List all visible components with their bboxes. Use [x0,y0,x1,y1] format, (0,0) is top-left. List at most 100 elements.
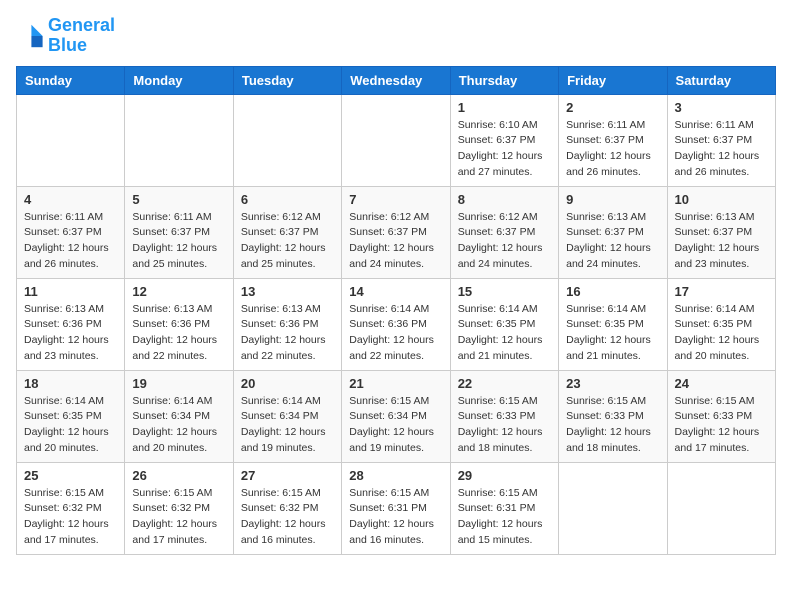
day-number: 25 [24,468,117,483]
day-info: Sunrise: 6:14 AM Sunset: 6:36 PM Dayligh… [349,302,442,365]
calendar-header-sunday: Sunday [17,66,125,94]
day-number: 7 [349,192,442,207]
calendar-header-row: SundayMondayTuesdayWednesdayThursdayFrid… [17,66,776,94]
calendar-cell: 12 Sunrise: 6:13 AM Sunset: 6:36 PM Dayli… [125,278,233,370]
day-info: Sunrise: 6:14 AM Sunset: 6:35 PM Dayligh… [566,302,659,365]
day-info: Sunrise: 6:13 AM Sunset: 6:36 PM Dayligh… [132,302,225,365]
day-info: Sunrise: 6:15 AM Sunset: 6:32 PM Dayligh… [132,486,225,549]
calendar-cell: 9 Sunrise: 6:13 AM Sunset: 6:37 PM Daylig… [559,186,667,278]
day-info: Sunrise: 6:14 AM Sunset: 6:34 PM Dayligh… [132,394,225,457]
calendar-cell: 2Sunrise: 6:11 AM Sunset: 6:37 PM Daylig… [559,94,667,186]
calendar-cell [233,94,341,186]
day-info: Sunrise: 6:12 AM Sunset: 6:37 PM Dayligh… [458,210,551,273]
day-number: 10 [675,192,768,207]
day-number: 20 [241,376,334,391]
day-info: Sunrise: 6:13 AM Sunset: 6:36 PM Dayligh… [241,302,334,365]
calendar-week-5: 25 Sunrise: 6:15 AM Sunset: 6:32 PM Dayli… [17,462,776,554]
calendar-cell: 13 Sunrise: 6:13 AM Sunset: 6:36 PM Dayli… [233,278,341,370]
calendar-cell: 14 Sunrise: 6:14 AM Sunset: 6:36 PM Dayli… [342,278,450,370]
day-number: 29 [458,468,551,483]
day-info: Sunrise: 6:10 AM Sunset: 6:37 PM Dayligh… [458,118,551,181]
day-info: Sunrise: 6:14 AM Sunset: 6:35 PM Dayligh… [24,394,117,457]
calendar-cell: 4 Sunrise: 6:11 AM Sunset: 6:37 PM Daylig… [17,186,125,278]
calendar-cell [559,462,667,554]
day-number: 1 [458,100,551,115]
calendar-week-2: 4 Sunrise: 6:11 AM Sunset: 6:37 PM Daylig… [17,186,776,278]
day-info: Sunrise: 6:15 AM Sunset: 6:32 PM Dayligh… [24,486,117,549]
day-number: 23 [566,376,659,391]
day-info: Sunrise: 6:12 AM Sunset: 6:37 PM Dayligh… [241,210,334,273]
day-number: 16 [566,284,659,299]
day-number: 27 [241,468,334,483]
calendar-header-wednesday: Wednesday [342,66,450,94]
day-info: Sunrise: 6:15 AM Sunset: 6:34 PM Dayligh… [349,394,442,457]
day-number: 9 [566,192,659,207]
calendar-cell: 17Sunrise: 6:14 AM Sunset: 6:35 PM Dayli… [667,278,775,370]
calendar-week-4: 18 Sunrise: 6:14 AM Sunset: 6:35 PM Dayli… [17,370,776,462]
calendar-header-tuesday: Tuesday [233,66,341,94]
day-number: 26 [132,468,225,483]
calendar-cell: 28Sunrise: 6:15 AM Sunset: 6:31 PM Dayli… [342,462,450,554]
day-number: 15 [458,284,551,299]
day-info: Sunrise: 6:13 AM Sunset: 6:36 PM Dayligh… [24,302,117,365]
day-number: 3 [675,100,768,115]
day-number: 14 [349,284,442,299]
day-number: 19 [132,376,225,391]
calendar-cell: 7 Sunrise: 6:12 AM Sunset: 6:37 PM Daylig… [342,186,450,278]
logo: General Blue [16,16,115,56]
logo-icon [16,22,44,50]
logo-text: General Blue [48,16,115,56]
day-number: 24 [675,376,768,391]
day-number: 22 [458,376,551,391]
calendar-cell: 8 Sunrise: 6:12 AM Sunset: 6:37 PM Daylig… [450,186,558,278]
day-number: 17 [675,284,768,299]
day-info: Sunrise: 6:15 AM Sunset: 6:31 PM Dayligh… [458,486,551,549]
day-number: 4 [24,192,117,207]
calendar-cell: 25 Sunrise: 6:15 AM Sunset: 6:32 PM Dayli… [17,462,125,554]
calendar-header-saturday: Saturday [667,66,775,94]
calendar-cell: 3 Sunrise: 6:11 AM Sunset: 6:37 PM Daylig… [667,94,775,186]
calendar-cell: 5Sunrise: 6:11 AM Sunset: 6:37 PM Daylig… [125,186,233,278]
day-info: Sunrise: 6:14 AM Sunset: 6:35 PM Dayligh… [458,302,551,365]
day-info: Sunrise: 6:15 AM Sunset: 6:33 PM Dayligh… [675,394,768,457]
day-number: 18 [24,376,117,391]
calendar-cell [125,94,233,186]
calendar-body: 1 Sunrise: 6:10 AM Sunset: 6:37 PM Daylig… [17,94,776,554]
calendar-cell: 26 Sunrise: 6:15 AM Sunset: 6:32 PM Dayli… [125,462,233,554]
day-info: Sunrise: 6:14 AM Sunset: 6:34 PM Dayligh… [241,394,334,457]
calendar-cell [342,94,450,186]
calendar-cell: 22Sunrise: 6:15 AM Sunset: 6:33 PM Dayli… [450,370,558,462]
calendar-header-friday: Friday [559,66,667,94]
day-number: 12 [132,284,225,299]
calendar-cell: 29 Sunrise: 6:15 AM Sunset: 6:31 PM Dayli… [450,462,558,554]
calendar-cell: 23 Sunrise: 6:15 AM Sunset: 6:33 PM Dayli… [559,370,667,462]
calendar-cell [17,94,125,186]
day-info: Sunrise: 6:11 AM Sunset: 6:37 PM Dayligh… [24,210,117,273]
day-info: Sunrise: 6:15 AM Sunset: 6:31 PM Dayligh… [349,486,442,549]
day-info: Sunrise: 6:13 AM Sunset: 6:37 PM Dayligh… [566,210,659,273]
calendar-table: SundayMondayTuesdayWednesdayThursdayFrid… [16,66,776,555]
calendar-cell: 10Sunrise: 6:13 AM Sunset: 6:37 PM Dayli… [667,186,775,278]
day-info: Sunrise: 6:11 AM Sunset: 6:37 PM Dayligh… [675,118,768,181]
calendar-cell: 21 Sunrise: 6:15 AM Sunset: 6:34 PM Dayli… [342,370,450,462]
day-info: Sunrise: 6:15 AM Sunset: 6:33 PM Dayligh… [566,394,659,457]
calendar-header-thursday: Thursday [450,66,558,94]
calendar-cell: 20 Sunrise: 6:14 AM Sunset: 6:34 PM Dayli… [233,370,341,462]
calendar-week-3: 11Sunrise: 6:13 AM Sunset: 6:36 PM Dayli… [17,278,776,370]
calendar-cell: 18 Sunrise: 6:14 AM Sunset: 6:35 PM Dayli… [17,370,125,462]
page-header: General Blue [16,16,776,56]
calendar-week-1: 1 Sunrise: 6:10 AM Sunset: 6:37 PM Daylig… [17,94,776,186]
day-number: 8 [458,192,551,207]
day-number: 13 [241,284,334,299]
day-info: Sunrise: 6:11 AM Sunset: 6:37 PM Dayligh… [566,118,659,181]
day-info: Sunrise: 6:15 AM Sunset: 6:32 PM Dayligh… [241,486,334,549]
day-info: Sunrise: 6:12 AM Sunset: 6:37 PM Dayligh… [349,210,442,273]
calendar-cell: 15 Sunrise: 6:14 AM Sunset: 6:35 PM Dayli… [450,278,558,370]
calendar-cell: 11Sunrise: 6:13 AM Sunset: 6:36 PM Dayli… [17,278,125,370]
day-number: 21 [349,376,442,391]
calendar-cell: 1 Sunrise: 6:10 AM Sunset: 6:37 PM Daylig… [450,94,558,186]
calendar-cell: 6Sunrise: 6:12 AM Sunset: 6:37 PM Daylig… [233,186,341,278]
calendar-cell: 19 Sunrise: 6:14 AM Sunset: 6:34 PM Dayli… [125,370,233,462]
calendar-header-monday: Monday [125,66,233,94]
calendar-cell: 16 Sunrise: 6:14 AM Sunset: 6:35 PM Dayli… [559,278,667,370]
